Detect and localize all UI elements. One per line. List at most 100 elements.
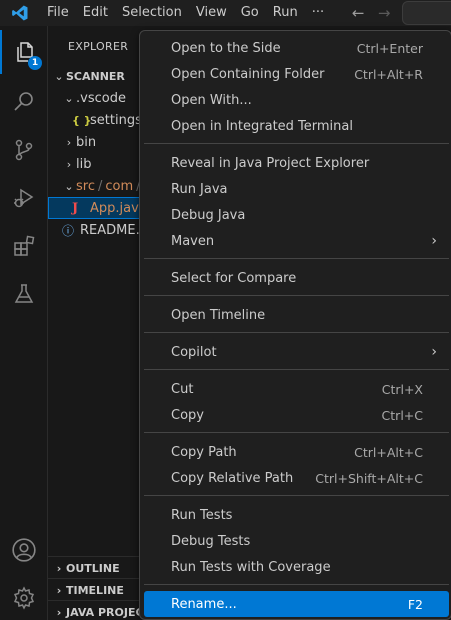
- chevron-down-icon: ⌄: [54, 69, 64, 83]
- menu-separator: [144, 369, 449, 370]
- menu-separator: [144, 332, 449, 333]
- tree-item-label: README.: [80, 222, 140, 238]
- menu-item-label: Open Containing Folder: [171, 66, 325, 82]
- section-label: TIMELINE: [66, 583, 124, 597]
- tree-item-label: com: [105, 178, 134, 194]
- path-separator: /: [97, 178, 103, 194]
- java-file-icon: J: [72, 200, 79, 216]
- tree-item-label: settings.: [90, 112, 146, 128]
- manage-activity[interactable]: [0, 576, 47, 620]
- menu-item-reveal-java-explorer[interactable]: Reveal in Java Project Explorer: [144, 150, 449, 176]
- menu-item-open-containing-folder[interactable]: Open Containing Folder Ctrl+Alt+R: [144, 61, 449, 87]
- menu-item-open-timeline[interactable]: Open Timeline: [144, 302, 449, 328]
- menu-separator: [144, 143, 449, 144]
- tree-item-label: bin: [76, 134, 97, 150]
- menu-item-shortcut: Ctrl+Alt+R: [354, 66, 423, 82]
- menu-item-label: Open in Integrated Terminal: [171, 118, 353, 134]
- tree-item-label: lib: [76, 156, 92, 172]
- menu-item-copilot[interactable]: Copilot ›: [144, 339, 449, 365]
- menu-separator: [144, 258, 449, 259]
- menu-item-maven[interactable]: Maven ›: [144, 228, 449, 254]
- menu-item-shortcut: Ctrl+Alt+C: [354, 444, 423, 460]
- menu-item-open-with[interactable]: Open With...: [144, 87, 449, 113]
- menu-item-label: Run Java: [171, 181, 228, 197]
- search-activity[interactable]: [0, 80, 47, 124]
- menu-item-copy[interactable]: Copy Ctrl+C: [144, 402, 449, 428]
- extensions-icon: [13, 235, 34, 256]
- json-file-icon: { }: [72, 113, 92, 127]
- chevron-down-icon: ⌄: [64, 91, 74, 105]
- beaker-icon: [14, 284, 33, 303]
- activity-bar: 1: [0, 26, 48, 620]
- account-icon: [11, 538, 36, 562]
- menu-item-cut[interactable]: Cut Ctrl+X: [144, 376, 449, 402]
- menu-item-label: Debug Tests: [171, 533, 251, 549]
- menu-item-label: Cut: [171, 381, 194, 397]
- source-control-icon: [15, 139, 32, 161]
- menu-item-shortcut: Ctrl+Enter: [356, 40, 423, 56]
- back-arrow-icon[interactable]: ←: [345, 4, 371, 22]
- menu-item-label: Copy: [171, 407, 204, 423]
- menu-selection[interactable]: Selection: [115, 0, 189, 26]
- menu-file[interactable]: File: [40, 0, 76, 26]
- menu-item-copy-relative-path[interactable]: Copy Relative Path Ctrl+Shift+Alt+C: [144, 465, 449, 491]
- extensions-activity[interactable]: [0, 224, 47, 268]
- search-icon: [13, 92, 33, 111]
- menu-item-shortcut: Ctrl+Shift+Alt+C: [315, 470, 423, 486]
- chevron-right-icon: ›: [66, 157, 72, 171]
- testing-activity[interactable]: [0, 272, 47, 316]
- menu-item-label: Copy Path: [171, 444, 237, 460]
- menu-item-open-to-side[interactable]: Open to the Side Ctrl+Enter: [144, 35, 449, 61]
- menu-item-label: Open Timeline: [171, 307, 266, 323]
- menu-separator: [144, 584, 449, 585]
- menu-run[interactable]: Run: [266, 0, 305, 26]
- chevron-right-icon: ›: [56, 561, 62, 575]
- chevron-right-icon: ›: [431, 233, 437, 249]
- menu-item-debug-tests[interactable]: Debug Tests: [144, 528, 449, 554]
- menu-item-label: Run Tests: [171, 507, 233, 523]
- menu-separator: [144, 432, 449, 433]
- menu-item-label: Debug Java: [171, 207, 246, 223]
- menu-item-label: Open With...: [171, 92, 252, 108]
- menu-bar: File Edit Selection View Go Run ···: [40, 0, 331, 26]
- menu-item-rename[interactable]: Rename... F2: [144, 591, 449, 617]
- menu-item-open-in-terminal[interactable]: Open in Integrated Terminal: [144, 113, 449, 139]
- chevron-down-icon: ⌄: [64, 179, 74, 193]
- menu-more[interactable]: ···: [305, 0, 331, 26]
- menu-item-copy-path[interactable]: Copy Path Ctrl+Alt+C: [144, 439, 449, 465]
- menu-separator: [144, 495, 449, 496]
- command-center-search[interactable]: [402, 1, 451, 25]
- chevron-right-icon: ›: [66, 135, 72, 149]
- root-folder-label: SCANNER: [66, 69, 125, 83]
- explorer-activity[interactable]: 1: [0, 30, 47, 74]
- menu-item-run-java[interactable]: Run Java: [144, 176, 449, 202]
- menu-item-run-tests[interactable]: Run Tests: [144, 502, 449, 528]
- source-control-activity[interactable]: [0, 128, 47, 172]
- menu-view[interactable]: View: [189, 0, 234, 26]
- menu-item-label: Run Tests with Coverage: [171, 559, 331, 575]
- menu-item-label: Open to the Side: [171, 40, 281, 56]
- run-debug-icon: [13, 188, 33, 208]
- menu-item-label: Rename...: [171, 596, 237, 612]
- forward-arrow-icon[interactable]: →: [371, 4, 397, 22]
- menu-separator: [144, 295, 449, 296]
- gear-icon: [13, 586, 34, 610]
- menu-item-label: Copy Relative Path: [171, 470, 294, 486]
- menu-item-shortcut: F2: [407, 596, 423, 612]
- context-menu: Open to the Side Ctrl+Enter Open Contain…: [139, 30, 451, 620]
- menu-edit[interactable]: Edit: [76, 0, 115, 26]
- section-label: OUTLINE: [66, 561, 120, 575]
- menu-item-label: Maven: [171, 233, 215, 249]
- menu-item-debug-java[interactable]: Debug Java: [144, 202, 449, 228]
- menu-item-run-tests-coverage[interactable]: Run Tests with Coverage: [144, 554, 449, 580]
- info-icon: ⓘ: [62, 223, 75, 238]
- tree-item-label: src: [76, 178, 95, 194]
- menu-item-label: Select for Compare: [171, 270, 297, 286]
- menu-item-select-for-compare[interactable]: Select for Compare: [144, 265, 449, 291]
- accounts-activity[interactable]: [0, 528, 47, 572]
- vscode-logo-icon: [0, 0, 40, 26]
- menu-go[interactable]: Go: [234, 0, 266, 26]
- chevron-right-icon: ›: [56, 583, 62, 597]
- run-debug-activity[interactable]: [0, 176, 47, 220]
- chevron-right-icon: ›: [431, 344, 437, 360]
